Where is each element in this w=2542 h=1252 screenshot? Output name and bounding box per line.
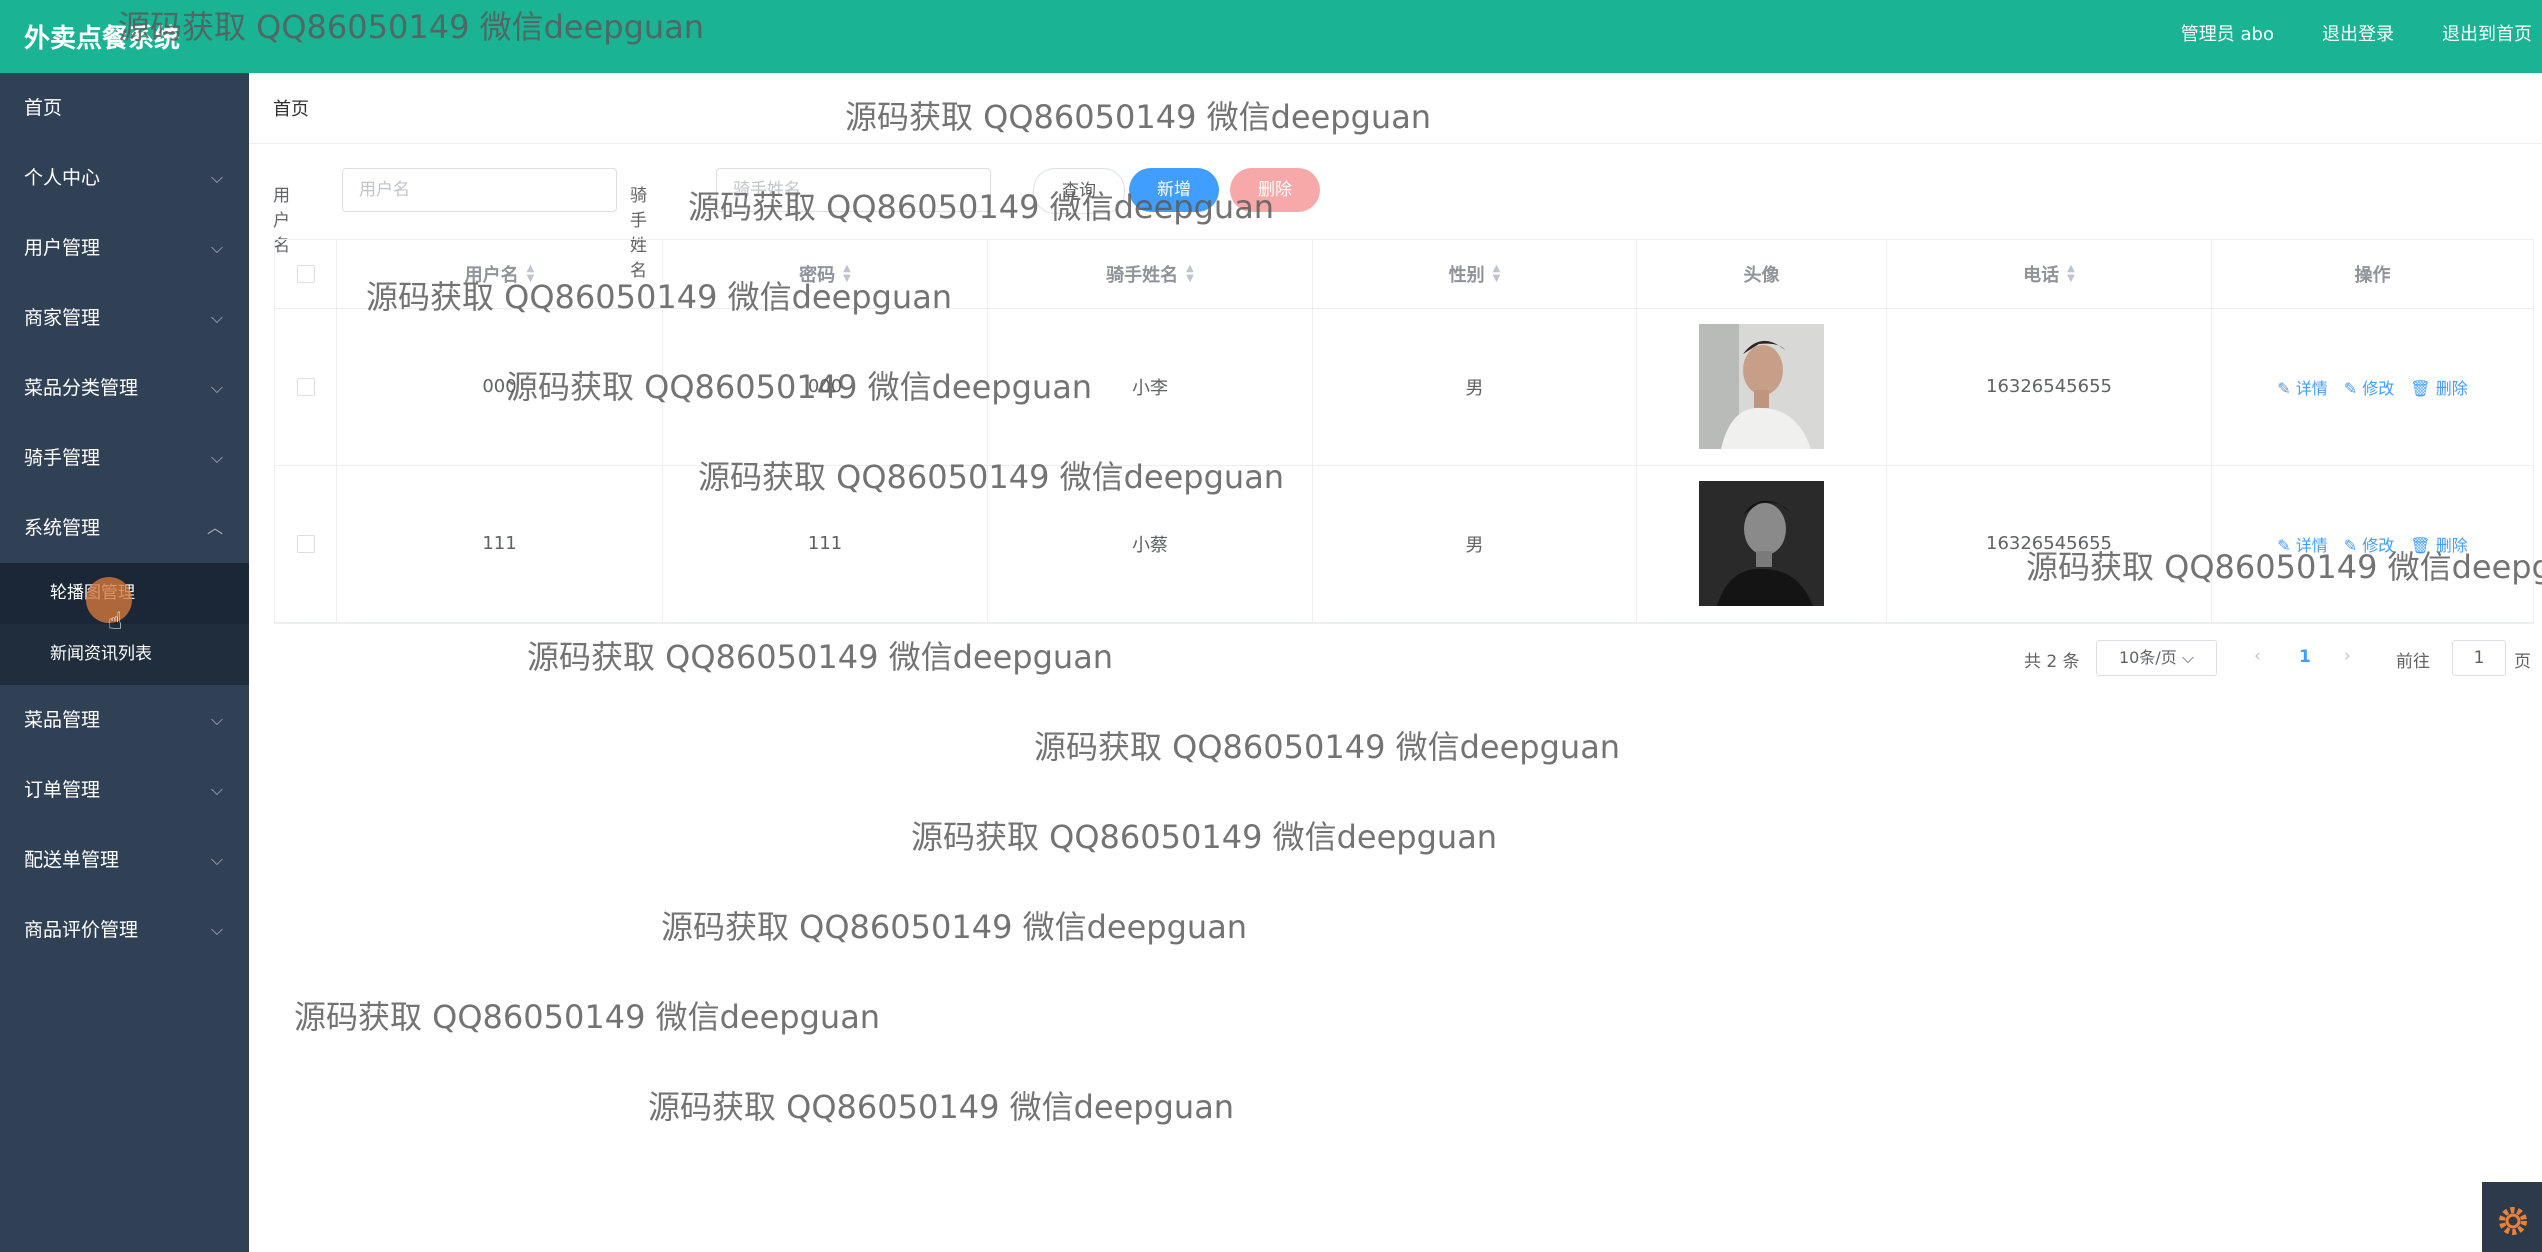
chevron-down-icon: ⌵ xyxy=(210,920,223,939)
page-unit-label: 页 xyxy=(2514,652,2531,672)
settings-gear-button[interactable] xyxy=(2482,1182,2542,1252)
pagination: 共 2 条 10条/页 ⌵ ‹ 1 › 前往 1 页 xyxy=(2024,640,2534,676)
logout-link[interactable]: 退出登录 xyxy=(2322,20,2394,46)
watermark-text: 源码获取 QQ86050149 微信deepguan xyxy=(118,8,705,46)
sidebar-item-review-management[interactable]: 商品评价管理 ⌵ xyxy=(0,895,249,965)
sidebar-item-home[interactable]: 首页 xyxy=(0,73,249,143)
avatar[interactable] xyxy=(1699,481,1824,606)
watermark-text: 源码获取 QQ86050149 微信deepguan xyxy=(2026,548,2542,586)
goto-label: 前往 xyxy=(2396,652,2430,672)
chevron-down-icon: ⌵ xyxy=(210,378,223,397)
watermark-text: 源码获取 QQ86050149 微信deepguan xyxy=(527,638,1114,676)
edit-link[interactable]: ✎ 修改 xyxy=(2344,375,2395,399)
watermark-text: 源码获取 QQ86050149 微信deepguan xyxy=(911,818,1498,856)
chevron-down-icon: ⌵ xyxy=(210,448,223,467)
sidebar-item-label: 配送单管理 xyxy=(24,849,120,871)
cell-actions: ✎ 详情 ✎ 修改 🗑 删除 xyxy=(2212,308,2533,465)
watermark-text: 源码获取 QQ86050149 微信deepguan xyxy=(661,908,1248,946)
sidebar-item-personal-center[interactable]: 个人中心 ⌵ xyxy=(0,143,249,213)
current-page[interactable]: 1 xyxy=(2299,647,2311,667)
chevron-down-icon: ⌵ xyxy=(210,850,223,869)
header-actions: 操作 xyxy=(2354,265,2391,286)
sidebar-item-user-management[interactable]: 用户管理 ⌵ xyxy=(0,213,249,283)
divider xyxy=(249,143,2542,144)
trash-icon: 🗑 xyxy=(2410,378,2431,398)
sidebar-item-system-management[interactable]: 系统管理 ︿ xyxy=(0,493,249,563)
watermark-text: 源码获取 QQ86050149 微信deepguan xyxy=(688,188,1275,226)
cell-gender: 男 xyxy=(1313,465,1637,622)
chevron-down-icon: ⌵ xyxy=(210,238,223,257)
page-size-select[interactable]: 10条/页 ⌵ xyxy=(2096,640,2217,676)
detail-link[interactable]: ✎ 详情 xyxy=(2277,375,2328,399)
chevron-down-icon: ⌵ xyxy=(210,168,223,187)
edit-pen-icon: ✎ xyxy=(2343,378,2358,398)
sidebar-item-label: 系统管理 xyxy=(24,517,101,539)
header-rider-name[interactable]: 骑手姓名 ▲ ▼ xyxy=(988,240,1313,308)
sidebar-item-label: 用户管理 xyxy=(24,237,101,259)
sidebar-item-rider-management[interactable]: 骑手管理 ⌵ xyxy=(0,423,249,493)
sidebar: 首页 个人中心 ⌵ 用户管理 ⌵ 商家管理 ⌵ 菜品分类管理 ⌵ 骑手管理 ⌵ 系统管理 ︿… xyxy=(0,73,249,1252)
cell-avatar xyxy=(1637,465,1887,622)
select-all-cell xyxy=(275,240,337,308)
sidebar-item-label: 商品评价管理 xyxy=(24,919,139,941)
watermark-text: 源码获取 QQ86050149 微信deepguan xyxy=(366,278,953,316)
chevron-down-icon: ⌵ xyxy=(210,710,223,729)
watermark-text: 源码获取 QQ86050149 微信deepguan xyxy=(1034,728,1621,766)
sidebar-item-label: 菜品分类管理 xyxy=(24,377,139,399)
delete-link[interactable]: 🗑 删除 xyxy=(2410,375,2467,399)
username-input[interactable] xyxy=(342,168,617,212)
prev-page-icon[interactable]: ‹ xyxy=(2254,646,2261,666)
pointer-cursor-icon: ☝ xyxy=(108,607,123,635)
cell-gender: 男 xyxy=(1313,308,1637,465)
chevron-down-icon: ⌵ xyxy=(210,308,223,327)
row-checkbox[interactable] xyxy=(296,377,315,396)
sidebar-subitem-label: 新闻资讯列表 xyxy=(50,644,152,664)
sidebar-item-delivery-management[interactable]: 配送单管理 ⌵ xyxy=(0,825,249,895)
header-phone[interactable]: 电话 ▲ ▼ xyxy=(1887,240,2212,308)
row-select-cell xyxy=(275,465,337,622)
sidebar-item-label: 订单管理 xyxy=(24,779,101,801)
next-page-icon[interactable]: › xyxy=(2344,646,2351,666)
exit-to-home-link[interactable]: 退出到首页 xyxy=(2442,20,2532,46)
avatar[interactable] xyxy=(1699,324,1824,449)
admin-user-label[interactable]: 管理员 abo xyxy=(2181,20,2274,46)
sidebar-subitem-carousel-management[interactable]: 轮播图管理 ☝ xyxy=(0,563,249,635)
breadcrumb-home[interactable]: 首页 xyxy=(273,99,309,120)
row-select-cell xyxy=(275,308,337,465)
select-all-checkbox[interactable] xyxy=(296,265,315,283)
sidebar-item-label: 首页 xyxy=(24,97,63,119)
sort-icon[interactable]: ▲ ▼ xyxy=(1493,264,1501,284)
breadcrumb: 首页 xyxy=(273,95,309,121)
sort-icon[interactable]: ▲ ▼ xyxy=(1186,264,1194,284)
sidebar-item-dish-category-management[interactable]: 菜品分类管理 ⌵ xyxy=(0,353,249,423)
cell-username: 111 xyxy=(337,465,663,622)
chevron-up-icon: ︿ xyxy=(206,518,223,537)
sidebar-item-dish-management[interactable]: 菜品管理 ⌵ xyxy=(0,685,249,755)
edit-pen-icon: ✎ xyxy=(2277,378,2291,398)
header-avatar: 头像 xyxy=(1637,240,1887,308)
sidebar-item-merchant-management[interactable]: 商家管理 ⌵ xyxy=(0,283,249,353)
watermark-text: 源码获取 QQ86050149 微信deepguan xyxy=(698,458,1285,496)
goto-page-input[interactable]: 1 xyxy=(2452,640,2506,676)
header-gender[interactable]: 性别 ▲ ▼ xyxy=(1313,240,1637,308)
sidebar-item-label: 个人中心 xyxy=(24,167,101,189)
watermark-text: 源码获取 QQ86050149 微信deepguan xyxy=(294,998,881,1036)
cell-phone: 16326545655 xyxy=(1887,308,2212,465)
chevron-down-icon: ⌵ xyxy=(210,780,223,799)
sort-icon[interactable]: ▲ ▼ xyxy=(2067,264,2075,284)
gear-icon xyxy=(2499,1207,2527,1235)
watermark-text: 源码获取 QQ86050149 微信deepguan xyxy=(648,1088,1235,1126)
sidebar-item-label: 商家管理 xyxy=(24,307,101,329)
watermark-text: 源码获取 QQ86050149 微信deepguan xyxy=(845,98,1432,136)
sidebar-subitem-news-list[interactable]: 新闻资讯列表 xyxy=(0,624,249,685)
sidebar-item-label: 骑手管理 xyxy=(24,447,101,469)
watermark-text: 源码获取 QQ86050149 微信deepguan xyxy=(506,368,1093,406)
sidebar-item-label: 菜品管理 xyxy=(24,709,101,731)
top-nav: 管理员 abo 退出登录 退出到首页 xyxy=(2181,20,2542,46)
cell-avatar xyxy=(1637,308,1887,465)
row-checkbox[interactable] xyxy=(296,534,315,553)
sidebar-item-order-management[interactable]: 订单管理 ⌵ xyxy=(0,755,249,825)
pagination-total: 共 2 条 xyxy=(2024,652,2080,672)
